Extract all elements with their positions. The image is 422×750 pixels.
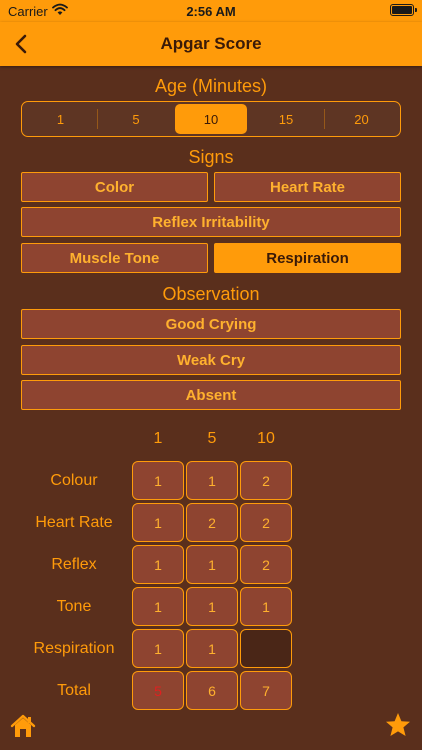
home-icon[interactable] (9, 712, 37, 740)
battery-icon (390, 4, 417, 16)
score-cell: 1 (186, 461, 238, 500)
score-cell: 1 (132, 629, 184, 668)
column-header: 5 (207, 430, 217, 447)
row-label-heart-rate: Heart Rate (35, 514, 113, 531)
observation-button-absent[interactable]: Absent (21, 380, 401, 410)
score-cell: 1 (186, 587, 238, 626)
score-cell: 1 (132, 461, 184, 500)
score-cell: 1 (132, 503, 184, 542)
sign-button-reflex-irritability[interactable]: Reflex Irritability (21, 207, 401, 237)
column-header: 1 (153, 430, 163, 447)
signs-section-title: Signs (188, 147, 234, 167)
age-segmented-control: 1 5 10 15 20 (21, 101, 401, 137)
age-option[interactable]: 1 (24, 104, 97, 134)
score-cell: 1 (240, 587, 292, 626)
row-label-reflex: Reflex (51, 556, 97, 573)
row-label-total: Total (57, 682, 91, 699)
age-option[interactable]: 15 (249, 104, 323, 134)
row-label-respiration: Respiration (33, 640, 115, 657)
score-cell-empty (240, 629, 292, 668)
row-label-tone: Tone (56, 598, 92, 615)
age-section-title: Age (Minutes) (154, 76, 268, 96)
row-label-colour: Colour (50, 472, 98, 489)
sign-button-color[interactable]: Color (21, 172, 208, 202)
age-option[interactable]: 5 (99, 104, 173, 134)
score-cell: 1 (132, 587, 184, 626)
sign-button-respiration[interactable]: Respiration (214, 243, 401, 273)
observation-button-good-crying[interactable]: Good Crying (21, 309, 401, 339)
score-cell: 2 (240, 503, 292, 542)
score-cell: 1 (186, 545, 238, 584)
score-cell: 1 (132, 545, 184, 584)
sign-button-heart-rate[interactable]: Heart Rate (214, 172, 401, 202)
score-cell: 1 (186, 629, 238, 668)
score-cell: 2 (240, 545, 292, 584)
observation-section-title: Observation (162, 284, 260, 304)
total-cell: 5 (132, 671, 184, 710)
total-cell: 6 (186, 671, 238, 710)
sign-button-muscle-tone[interactable]: Muscle Tone (21, 243, 208, 273)
total-cell: 7 (240, 671, 292, 710)
star-icon[interactable] (384, 711, 412, 739)
score-cell: 2 (240, 461, 292, 500)
age-option-selected[interactable]: 10 (175, 104, 247, 134)
clock: 2:56 AM (186, 4, 236, 19)
navigation-bar: Apgar Score (0, 22, 422, 66)
column-header: 10 (257, 430, 275, 447)
page-title: Apgar Score (160, 34, 262, 53)
status-bar: Carrier 2:56 AM (0, 0, 422, 22)
score-cell: 2 (186, 503, 238, 542)
age-option[interactable]: 20 (325, 104, 398, 134)
observation-button-weak-cry[interactable]: Weak Cry (21, 345, 401, 375)
